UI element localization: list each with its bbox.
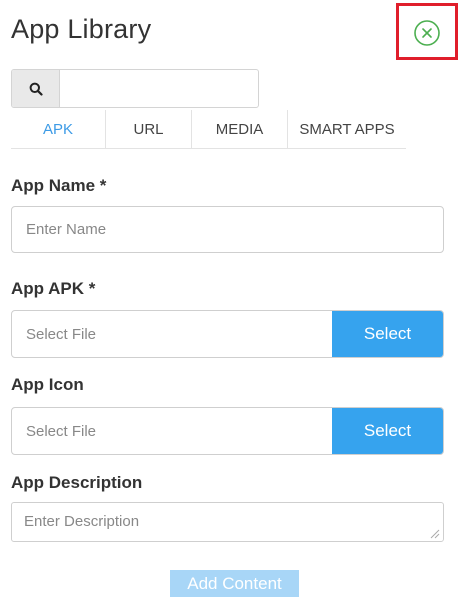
app-name-label: App Name *	[11, 176, 107, 195]
app-apk-label: App APK *	[11, 279, 96, 298]
resize-grip-icon[interactable]	[428, 527, 440, 539]
tab-bar: APK URL MEDIA SMART APPS	[11, 110, 406, 149]
app-apk-file-field[interactable]: Select File	[12, 311, 332, 357]
app-icon-file-field[interactable]: Select File	[12, 408, 332, 454]
add-content-button[interactable]: Add Content	[170, 570, 299, 597]
search-input[interactable]	[60, 70, 258, 107]
tab-smart-apps[interactable]: SMART APPS	[287, 110, 406, 148]
app-name-input[interactable]	[11, 206, 444, 253]
app-apk-select-button[interactable]: Select	[332, 311, 443, 357]
app-description-input[interactable]	[11, 502, 444, 542]
search-icon	[29, 82, 43, 96]
app-icon-label: App Icon	[11, 375, 84, 394]
tab-apk[interactable]: APK	[11, 110, 105, 148]
page-title: App Library	[11, 14, 152, 44]
tab-media[interactable]: MEDIA	[191, 110, 287, 148]
search-bar	[11, 69, 259, 108]
search-button[interactable]	[12, 70, 60, 107]
app-icon-select-button[interactable]: Select	[332, 408, 443, 454]
circle-x-icon[interactable]	[413, 19, 441, 47]
app-icon-file-picker: Select File Select	[11, 407, 444, 455]
app-apk-file-picker: Select File Select	[11, 310, 444, 358]
close-highlight	[396, 3, 458, 60]
tab-url[interactable]: URL	[105, 110, 191, 148]
app-description-label: App Description	[11, 473, 143, 492]
